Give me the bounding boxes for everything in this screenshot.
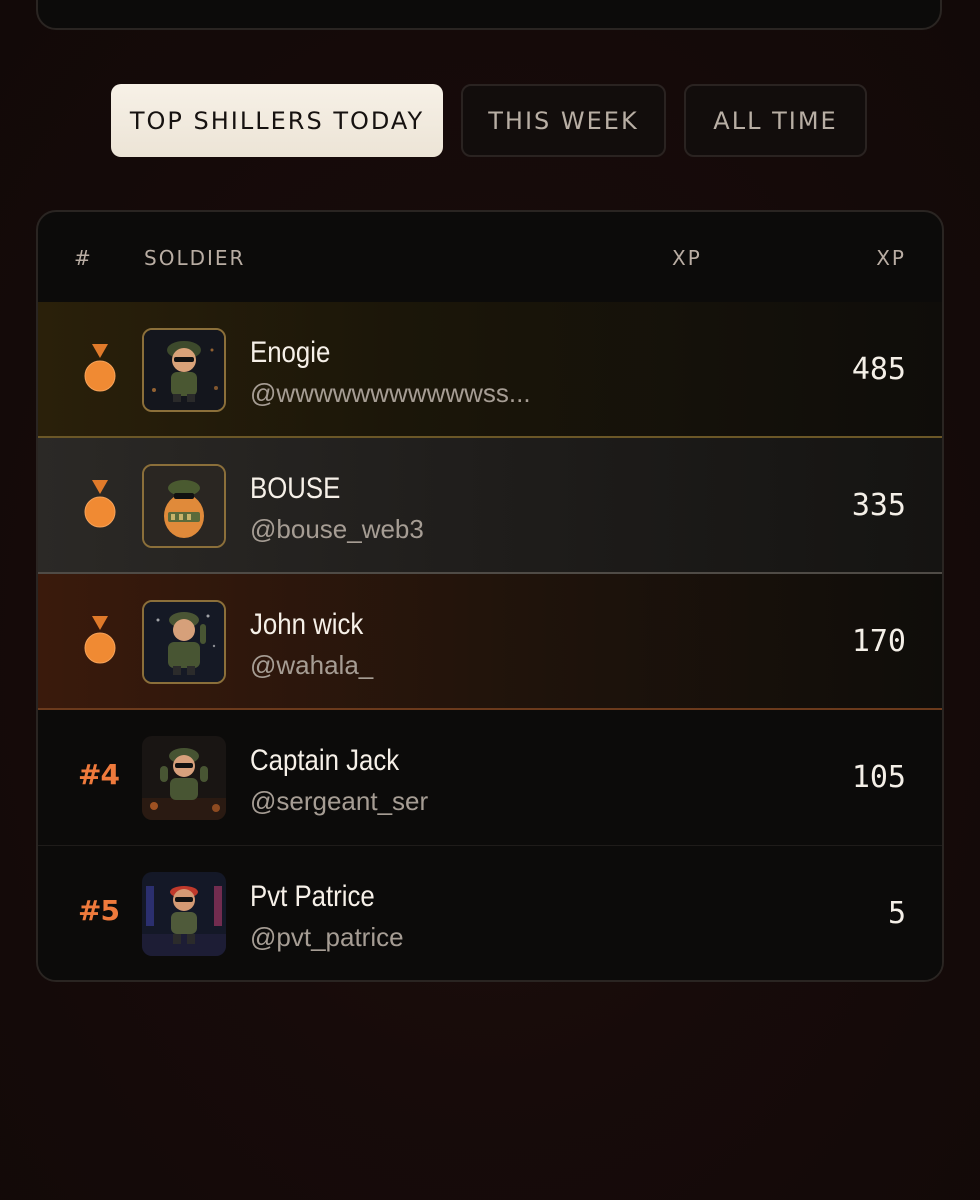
- soldier-handle: @sergeant_ser: [250, 786, 429, 816]
- soldier-handle: @wahala_: [250, 650, 374, 680]
- xp-value: 335: [851, 488, 906, 523]
- avatar: [142, 736, 226, 820]
- xp-value: 485: [851, 352, 906, 387]
- soldier-name: Enogie: [250, 336, 331, 369]
- rank-number: #5: [78, 894, 120, 927]
- soldier-name: John wick: [250, 608, 364, 641]
- avatar: [142, 872, 226, 956]
- top-card: [36, 0, 942, 30]
- tab-top-shillers-today[interactable]: TOP SHILLERS TODAY: [111, 84, 443, 157]
- table-row[interactable]: John wick @wahala_ 170: [38, 574, 942, 710]
- soldier-name: BOUSE: [250, 472, 341, 505]
- table-row[interactable]: #5 Pvt Patrice @pvt_patrice 5: [38, 846, 942, 980]
- soldier-name: Captain Jack: [250, 744, 400, 777]
- header-xp-value: XP: [876, 246, 906, 270]
- soldier-name: Pvt Patrice: [250, 880, 375, 913]
- medal-silver-icon: [84, 480, 116, 528]
- soldier-handle: @pvt_patrice: [250, 922, 404, 952]
- table-header: # SOLDIER XP XP: [38, 212, 942, 302]
- tab-this-week[interactable]: THIS WEEK: [461, 84, 666, 157]
- soldier-handle: @wwwwwwwwwwwss...: [250, 378, 531, 408]
- xp-value: 5: [887, 896, 906, 931]
- table-row[interactable]: Enogie @wwwwwwwwwwwss... 485: [38, 302, 942, 438]
- header-xp: XP: [672, 246, 702, 270]
- avatar: [142, 464, 226, 548]
- leaderboard-table: # SOLDIER XP XP Enogie @wwwwwwwwwwwss...…: [36, 210, 944, 982]
- avatar: [142, 600, 226, 684]
- tab-all-time[interactable]: ALL TIME: [684, 84, 867, 157]
- xp-value: 170: [851, 624, 906, 659]
- header-rank: #: [74, 246, 93, 270]
- medal-gold-icon: [84, 344, 116, 392]
- xp-value: 105: [851, 760, 906, 795]
- table-row[interactable]: #4 Captain Jack @sergeant_ser 105: [38, 710, 942, 846]
- rank-number: #4: [78, 758, 120, 791]
- medal-bronze-icon: [84, 616, 116, 664]
- avatar: [142, 328, 226, 412]
- table-row[interactable]: BOUSE @bouse_web3 335: [38, 438, 942, 574]
- header-soldier: SOLDIER: [144, 246, 246, 270]
- soldier-handle: @bouse_web3: [250, 514, 424, 544]
